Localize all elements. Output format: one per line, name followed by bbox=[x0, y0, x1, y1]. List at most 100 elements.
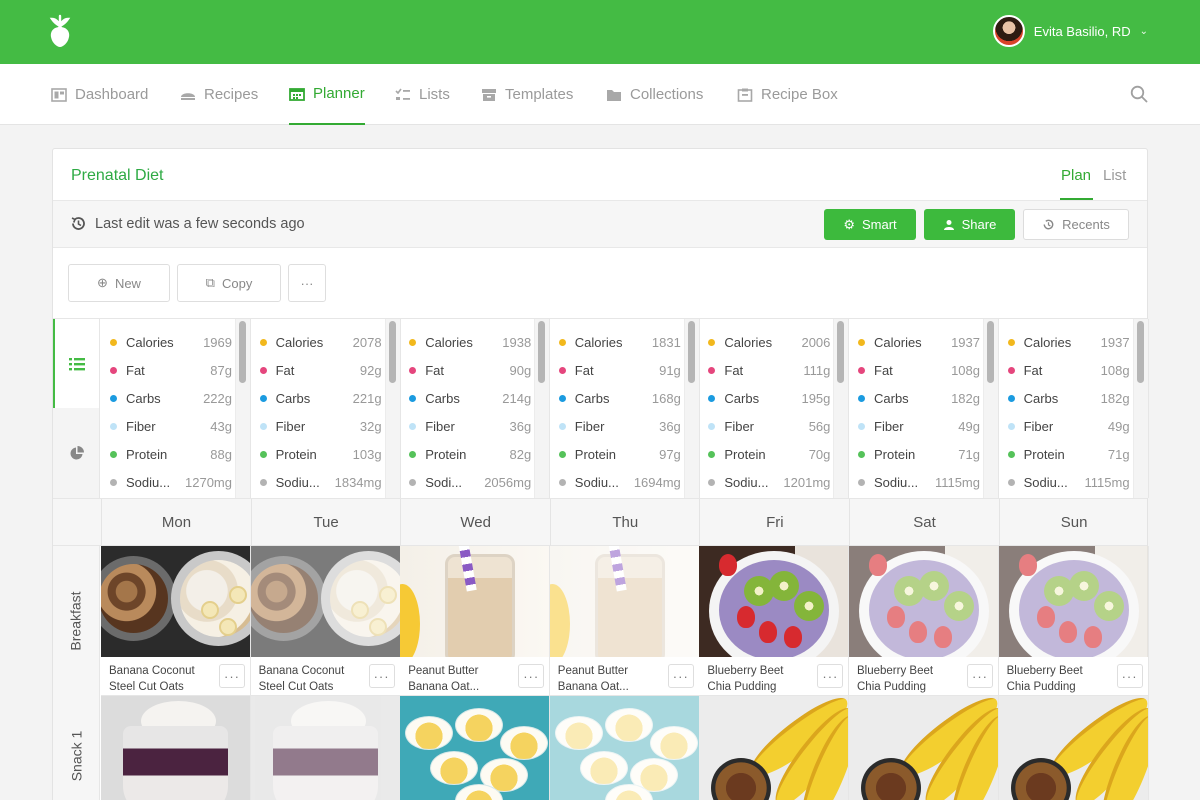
recipe-photo[interactable] bbox=[849, 696, 998, 800]
recipe-photo[interactable] bbox=[699, 546, 849, 657]
meal-slot-snack-sat[interactable] bbox=[849, 696, 999, 800]
meal-slot-breakfast-mon[interactable]: Banana Coconut Steel Cut Oats ··· bbox=[101, 546, 251, 696]
meal-slot-breakfast-thu[interactable]: Peanut Butter Banana Oat... ··· bbox=[549, 546, 700, 696]
scrollbar[interactable] bbox=[683, 319, 699, 498]
nutrient-value: 182g bbox=[1100, 390, 1130, 406]
recipe-name[interactable]: Banana Coconut Steel Cut Oats bbox=[259, 663, 367, 695]
recipe-name[interactable]: Peanut Butter Banana Oat... bbox=[408, 663, 516, 695]
nav-collections[interactable]: Collections bbox=[606, 64, 703, 125]
scrollbar-thumb[interactable] bbox=[687, 321, 695, 383]
fiber-dot-icon bbox=[1007, 422, 1015, 430]
protein-dot-icon bbox=[708, 450, 716, 458]
fat-dot-icon bbox=[708, 366, 716, 374]
avatar bbox=[992, 15, 1025, 47]
nutrient-value: 1969 bbox=[203, 334, 232, 350]
meal-slot-breakfast-fri[interactable]: Blueberry Beet Chia Pudding ··· bbox=[699, 546, 850, 696]
nav-dashboard[interactable]: Dashboard bbox=[51, 64, 148, 125]
recipe-photo[interactable] bbox=[101, 546, 250, 657]
new-button[interactable]: ⊕ New bbox=[68, 264, 170, 302]
search-icon[interactable] bbox=[1130, 85, 1148, 103]
recipe-photo[interactable] bbox=[400, 546, 550, 657]
scrollbar[interactable] bbox=[833, 319, 849, 498]
scrollbar[interactable] bbox=[534, 319, 550, 498]
scrollbar[interactable] bbox=[1132, 319, 1148, 498]
meal-slot-snack-fri[interactable] bbox=[699, 696, 850, 800]
meal-slot-breakfast-tue[interactable]: Banana Coconut Steel Cut Oats ··· bbox=[250, 546, 401, 696]
recents-button[interactable]: Recents bbox=[1023, 209, 1129, 240]
carrot-logo-icon[interactable] bbox=[48, 14, 72, 48]
recipe-more-button[interactable]: ··· bbox=[368, 664, 395, 688]
more-options-button[interactable]: ··· bbox=[288, 264, 326, 302]
scrollbar-thumb[interactable] bbox=[388, 321, 396, 383]
nav-recipes[interactable]: Recipes bbox=[180, 64, 258, 125]
recipe-more-button[interactable]: ··· bbox=[1116, 664, 1143, 688]
nutrient-label: Calories bbox=[275, 334, 324, 350]
nutrient-value: 1115mg bbox=[934, 474, 980, 490]
share-button[interactable]: Share bbox=[924, 209, 1015, 240]
meal-slot-snack-tue[interactable] bbox=[250, 696, 401, 800]
scrollbar-thumb[interactable] bbox=[987, 321, 994, 383]
meal-slot-breakfast-wed[interactable]: Peanut Butter Banana Oat... ··· bbox=[400, 546, 551, 696]
recipe-photo[interactable] bbox=[101, 696, 250, 800]
recipe-more-button[interactable]: ··· bbox=[518, 664, 545, 688]
meal-slot-snack-thu[interactable] bbox=[549, 696, 700, 800]
scrollbar-thumb[interactable] bbox=[239, 321, 246, 383]
recipe-photo[interactable] bbox=[400, 696, 550, 800]
recipe-box-icon bbox=[737, 88, 753, 102]
scrollbar[interactable] bbox=[384, 319, 400, 498]
tab-list[interactable]: List bbox=[1103, 167, 1126, 184]
smart-button[interactable]: ⚙ Smart bbox=[824, 209, 916, 240]
copy-button[interactable]: ⧉ Copy bbox=[177, 264, 281, 302]
recipe-caption: Blueberry Beet Chia Pudding ··· bbox=[699, 657, 849, 696]
recipe-name[interactable]: Banana Coconut Steel Cut Oats bbox=[109, 663, 217, 695]
recipe-photo[interactable] bbox=[998, 546, 1148, 657]
nutrition-chart-tab[interactable] bbox=[53, 408, 100, 498]
recipe-photo[interactable] bbox=[998, 696, 1148, 800]
nav-label: Recipe Box bbox=[761, 86, 838, 103]
recipe-name[interactable]: Blueberry Beet Chia Pudding bbox=[1007, 663, 1115, 695]
nav-templates[interactable]: Templates bbox=[481, 64, 573, 125]
sodium-dot-icon bbox=[409, 478, 417, 486]
nav-recipe-box[interactable]: Recipe Box bbox=[737, 64, 838, 125]
nutrient-value: 49g bbox=[958, 418, 980, 434]
fiber-dot-icon bbox=[708, 422, 716, 430]
meal-slot-breakfast-sun[interactable]: Blueberry Beet Chia Pudding ··· bbox=[998, 546, 1149, 696]
recipe-name[interactable]: Blueberry Beet Chia Pudding bbox=[707, 663, 815, 695]
day-header-sun: Sun bbox=[998, 499, 1149, 546]
scrollbar-thumb[interactable] bbox=[837, 321, 845, 383]
nutrient-row-fat: Fat 111g bbox=[708, 360, 830, 380]
recipe-photo[interactable] bbox=[699, 696, 849, 800]
recipe-caption: Peanut Butter Banana Oat... ··· bbox=[400, 657, 550, 696]
nav-lists[interactable]: Lists bbox=[395, 64, 450, 125]
scrollbar[interactable] bbox=[983, 319, 998, 498]
meal-slot-snack-sun[interactable] bbox=[998, 696, 1149, 800]
recipe-photo[interactable] bbox=[849, 546, 998, 657]
nutrient-label: Fat bbox=[1023, 362, 1043, 378]
meal-slot-snack-mon[interactable] bbox=[101, 696, 251, 800]
scrollbar-thumb[interactable] bbox=[538, 321, 546, 383]
recipe-name[interactable]: Peanut Butter Banana Oat... bbox=[558, 663, 666, 695]
nav-planner[interactable]: Planner bbox=[289, 64, 365, 125]
recipe-photo[interactable] bbox=[549, 696, 699, 800]
meal-slot-breakfast-sat[interactable]: Blueberry Beet Chia Pudding ··· bbox=[849, 546, 999, 696]
nutrient-row-protein: Protein 97g bbox=[558, 444, 681, 464]
plus-circle-icon: ⊕ bbox=[97, 275, 108, 290]
meal-slot-snack-wed[interactable] bbox=[400, 696, 551, 800]
recipe-photo[interactable] bbox=[250, 546, 400, 657]
recipe-more-button[interactable]: ··· bbox=[817, 664, 844, 688]
user-menu[interactable]: Evita Basilio, RD ⌄ bbox=[992, 15, 1148, 47]
recipe-more-button[interactable]: ··· bbox=[967, 664, 993, 688]
tab-plan[interactable]: Plan bbox=[1061, 167, 1091, 184]
nutrition-list-tab[interactable] bbox=[53, 319, 100, 408]
recipe-photo[interactable] bbox=[549, 546, 699, 657]
recipe-photo[interactable] bbox=[250, 696, 400, 800]
scrollbar-thumb[interactable] bbox=[1136, 321, 1144, 383]
recipe-name[interactable]: Blueberry Beet Chia Pudding bbox=[857, 663, 965, 695]
carbs-dot-icon bbox=[858, 394, 865, 402]
scrollbar[interactable] bbox=[235, 319, 250, 498]
recipe-more-button[interactable]: ··· bbox=[219, 664, 245, 688]
recipe-more-button[interactable]: ··· bbox=[667, 664, 694, 688]
nutrient-value: 97g bbox=[659, 446, 681, 462]
nutrient-value: 87g bbox=[210, 362, 232, 378]
nutrient-label: Carbs bbox=[574, 390, 610, 406]
